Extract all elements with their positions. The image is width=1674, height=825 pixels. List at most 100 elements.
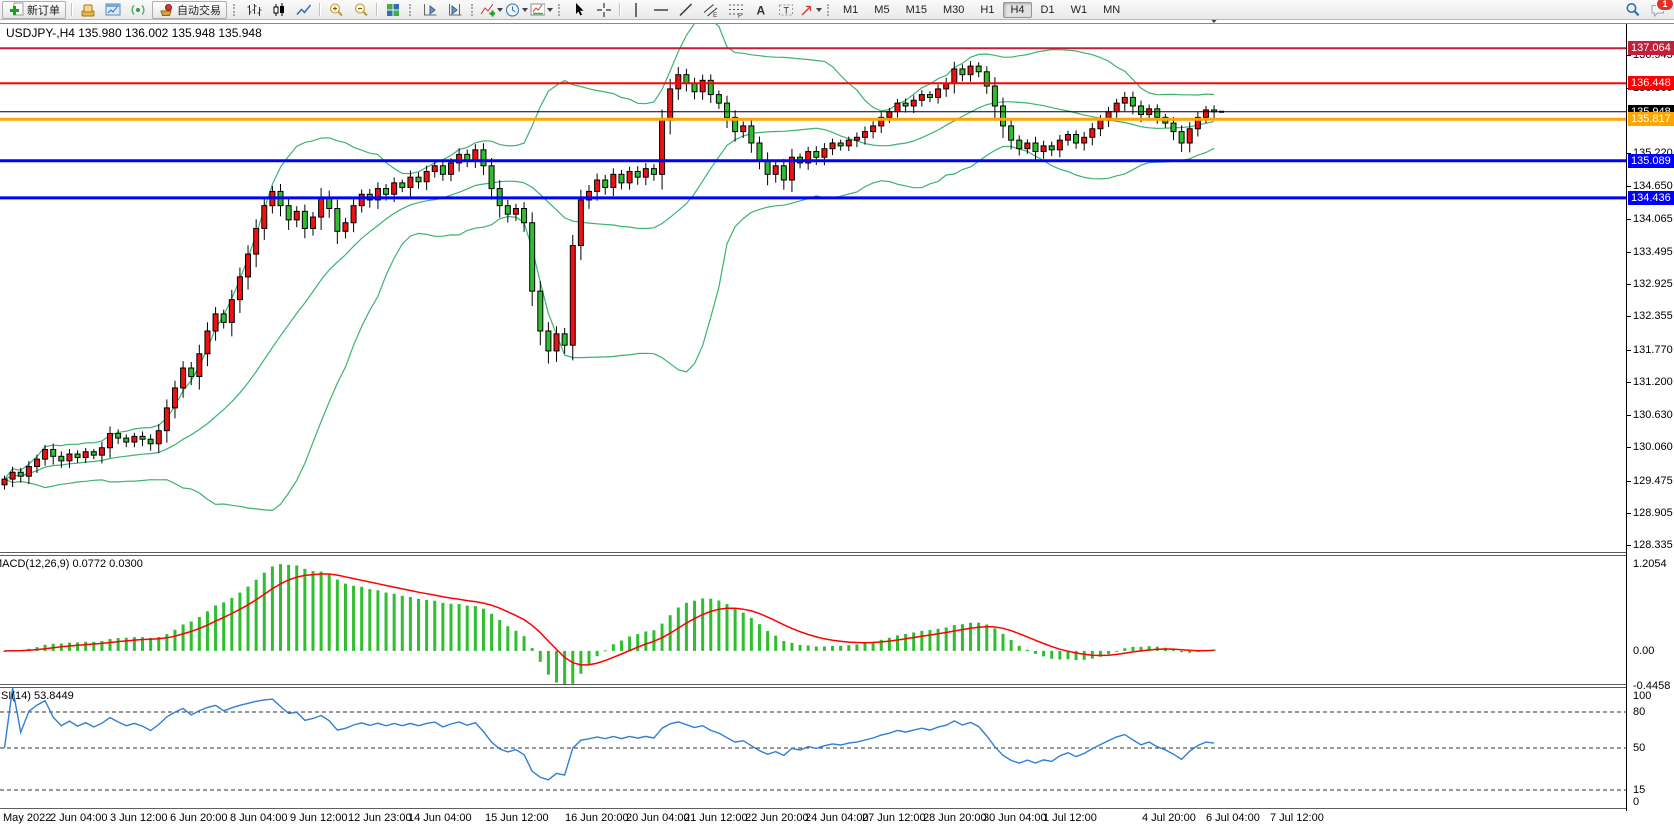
price-tick: 131.770 — [1633, 344, 1673, 356]
price-tick: 130.060 — [1633, 441, 1673, 453]
timeframe-m5-button[interactable]: M5 — [867, 2, 896, 18]
time-label: 9 Jun 12:00 — [290, 812, 348, 824]
time-label: 14 Jun 04:00 — [408, 812, 472, 824]
fibonacci-tool-button[interactable]: F — [723, 0, 748, 19]
timeframe-w1-button[interactable]: W1 — [1064, 2, 1095, 18]
bar-chart-icon — [246, 2, 262, 18]
timeframe-group: M1M5M15M30H1H4D1W1MN — [835, 4, 1128, 16]
zoom-out-button[interactable] — [348, 0, 373, 19]
macd-scale-tick: 0.00 — [1633, 645, 1654, 657]
time-label: 6 Jul 04:00 — [1206, 812, 1260, 824]
crosshair-icon — [596, 2, 612, 18]
price-axis[interactable]: 136.945136.360135.220134.650134.065133.4… — [1626, 24, 1674, 811]
rsi-scale-tick: 80 — [1633, 706, 1645, 718]
timeframe-h4-button[interactable]: H4 — [1003, 2, 1031, 18]
line-chart-mode-button[interactable] — [291, 0, 316, 19]
time-label: 20 Jun 04:00 — [626, 812, 690, 824]
trendline-tool-button[interactable] — [673, 0, 698, 19]
price-tick: 131.200 — [1633, 376, 1673, 388]
timeframe-h1-button[interactable]: H1 — [973, 2, 1001, 18]
zoom-in-icon — [328, 2, 344, 18]
time-label: 3 Jun 12:00 — [110, 812, 168, 824]
time-label: 7 Jul 12:00 — [1270, 812, 1324, 824]
rsi-scale-tick: 0 — [1633, 796, 1639, 808]
add-indicator-icon — [480, 2, 495, 18]
chart-shift-button[interactable] — [442, 0, 467, 19]
channel-icon: E — [703, 2, 719, 18]
time-label: 2 Jun 04:00 — [50, 812, 108, 824]
trendline-icon — [678, 2, 694, 18]
time-label: 1 Jul 12:00 — [1043, 812, 1097, 824]
new-order-button[interactable]: 新订单 — [2, 1, 66, 19]
timeframe-m30-button[interactable]: M30 — [936, 2, 971, 18]
time-axis[interactable]: May 20222 Jun 04:003 Jun 12:006 Jun 20:0… — [0, 811, 1674, 825]
cursor-tool-button[interactable] — [566, 0, 591, 19]
symbols-button[interactable] — [75, 0, 100, 19]
rsi-scale-tick: 15 — [1633, 784, 1645, 796]
text-icon: A — [753, 2, 769, 18]
cursor-icon — [571, 2, 587, 18]
auto-trading-label: 自动交易 — [177, 2, 221, 18]
new-order-label: 新订单 — [27, 2, 60, 18]
new-order-icon — [8, 2, 24, 18]
candlestick-mode-button[interactable] — [266, 0, 291, 19]
rsi-label: RSI(14) 53.8449 — [0, 690, 74, 702]
timeframe-mn-button[interactable]: MN — [1096, 2, 1127, 18]
auto-trading-button[interactable]: 自动交易 — [152, 1, 227, 19]
rsi-scale-tick: 50 — [1633, 742, 1645, 754]
tile-windows-button[interactable] — [380, 0, 405, 19]
auto-scroll-button[interactable] — [417, 0, 442, 19]
template-button[interactable] — [529, 0, 554, 19]
auto-trading-icon — [158, 2, 174, 18]
timeframe-m15-button[interactable]: M15 — [899, 2, 934, 18]
search-button[interactable] — [1620, 0, 1645, 19]
text-tool-button[interactable]: A — [748, 0, 773, 19]
template-caret[interactable] — [547, 8, 553, 12]
svg-text:E: E — [713, 12, 718, 18]
arrow-tools-button[interactable] — [798, 0, 823, 19]
chart-window-icon — [105, 2, 121, 18]
price-badge: 136.448 — [1628, 76, 1674, 90]
time-label: 12 Jun 23:00 — [348, 812, 412, 824]
time-label: 27 Jun 12:00 — [862, 812, 926, 824]
macd-indicator-pane[interactable] — [0, 556, 1626, 686]
price-tick: 128.335 — [1633, 539, 1673, 551]
label-tool-button[interactable]: T — [773, 0, 798, 19]
add-indicator-caret[interactable] — [497, 8, 503, 12]
label-icon: T — [778, 2, 794, 18]
time-label: 24 Jun 04:00 — [805, 812, 869, 824]
timeframe-d1-button[interactable]: D1 — [1034, 2, 1062, 18]
horizontal-line-icon — [653, 2, 669, 18]
periods-caret[interactable] — [522, 8, 528, 12]
add-indicator-button[interactable] — [479, 0, 504, 19]
signals-button[interactable] — [125, 0, 150, 19]
time-label: 22 Jun 20:00 — [745, 812, 809, 824]
toolbar: 新订单 自动交易 — [0, 0, 1674, 20]
price-tick: 128.905 — [1633, 507, 1673, 519]
time-label: 21 Jun 12:00 — [684, 812, 748, 824]
vertical-line-tool-button[interactable] — [623, 0, 648, 19]
periods-button[interactable] — [504, 0, 529, 19]
zoom-in-button[interactable] — [323, 0, 348, 19]
horizontal-line-tool-button[interactable] — [648, 0, 673, 19]
track-chart-icon — [447, 2, 463, 18]
arrow-tools-caret[interactable] — [816, 8, 822, 12]
chat-button[interactable]: 1 — [1645, 0, 1670, 19]
signals-icon — [130, 2, 146, 18]
price-badge: 135.817 — [1628, 112, 1674, 126]
price-tick: 130.630 — [1633, 409, 1673, 421]
main-chart-pane[interactable] — [0, 24, 1626, 552]
crosshair-tool-button[interactable] — [591, 0, 616, 19]
mt4-terminal-window: 新订单 自动交易 — [0, 0, 1674, 825]
rsi-indicator-pane[interactable] — [0, 688, 1626, 808]
periods-clock-icon — [505, 2, 520, 18]
channel-tool-button[interactable]: E — [698, 0, 723, 19]
price-badge: 135.089 — [1628, 154, 1674, 168]
price-badge: 134.436 — [1628, 191, 1674, 205]
price-tick: 134.065 — [1633, 213, 1673, 225]
vertical-line-icon — [628, 2, 644, 18]
chart-window-button[interactable] — [100, 0, 125, 19]
timeframe-m1-button[interactable]: M1 — [836, 2, 865, 18]
bar-chart-mode-button[interactable] — [241, 0, 266, 19]
price-tick: 129.475 — [1633, 475, 1673, 487]
